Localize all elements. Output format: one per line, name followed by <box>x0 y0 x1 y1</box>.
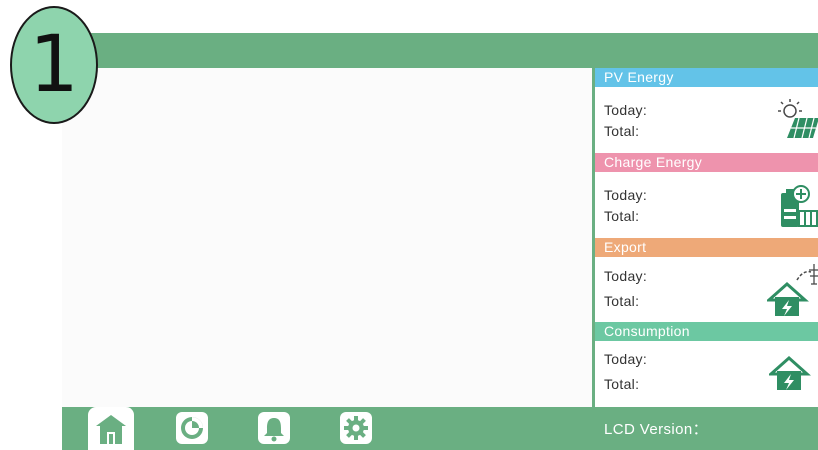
home-consumption-icon <box>769 356 811 390</box>
step-number-badge: 1 <box>10 6 98 124</box>
consumption-today-label: Today: <box>604 351 648 367</box>
pv-energy-section: PV Energy Today: Total: <box>595 68 818 153</box>
pie-chart-icon <box>176 412 208 444</box>
pv-today-label: Today: <box>604 102 648 118</box>
home-icon <box>96 414 126 444</box>
export-total-label: Total: <box>604 293 640 309</box>
charge-energy-title: Charge Energy <box>595 153 818 172</box>
gear-icon <box>340 412 372 444</box>
consumption-title: Consumption <box>595 322 818 341</box>
pv-energy-title: PV Energy <box>595 68 818 87</box>
consumption-total-label: Total: <box>604 376 640 392</box>
header-bar <box>62 33 818 68</box>
nav-chart-button[interactable] <box>174 410 210 446</box>
charge-today-label: Today: <box>604 187 648 203</box>
lcd-version-label: LCD Version： <box>604 421 709 438</box>
nav-settings-button[interactable] <box>338 410 374 446</box>
battery-charge-icon <box>781 185 818 227</box>
charge-energy-section: Charge Energy Today: Total: <box>595 153 818 238</box>
grid-export-icon <box>767 264 818 316</box>
main-content-area <box>62 68 592 407</box>
solar-panel-icon <box>778 99 818 139</box>
export-today-label: Today: <box>604 268 648 284</box>
charge-total-label: Total: <box>604 208 640 224</box>
bottom-nav-bar: LCD Version： <box>62 407 818 450</box>
export-title: Export <box>595 238 818 257</box>
consumption-section: Consumption Today: Total: <box>595 322 818 407</box>
energy-summary-panel: PV Energy Today: Total: Charge Energy To… <box>595 68 818 407</box>
export-section: Export Today: Total: <box>595 238 818 322</box>
bell-icon <box>258 412 290 444</box>
pv-total-label: Total: <box>604 123 640 139</box>
nav-home-button[interactable] <box>88 407 134 450</box>
nav-alarm-button[interactable] <box>256 410 292 446</box>
